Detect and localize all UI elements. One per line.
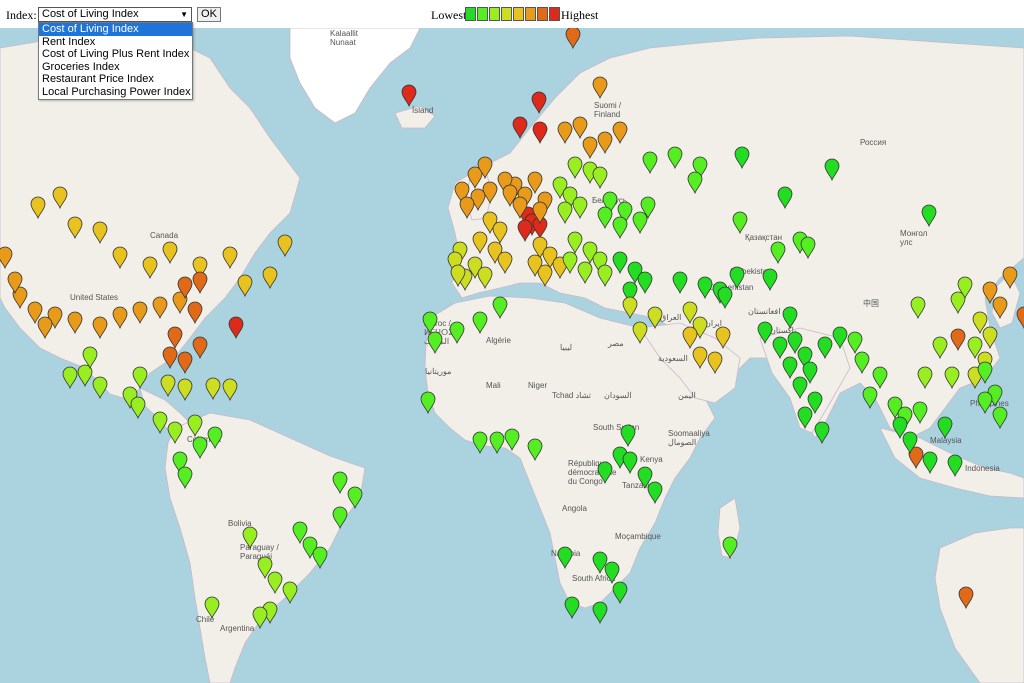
map-marker-caribbean[interactable] — [177, 378, 193, 402]
map-marker-hong-kong-singapore[interactable] — [1016, 306, 1024, 330]
place-label-mozambique: Moçambique — [615, 532, 661, 541]
place-label-mauritania: موريتانيا — [425, 367, 451, 376]
map-marker-caribbean[interactable] — [205, 377, 221, 401]
place-label-greenland: Kalaallit Nunaat — [330, 29, 359, 47]
place-label-canada: Canada — [150, 231, 179, 240]
index-select-value: Cost of Living Index — [42, 8, 139, 20]
place-label-iraq: العراق — [660, 313, 681, 322]
place-label-malaysia: Malaysia — [930, 436, 962, 445]
place-label-somalia: Soomaaliya الصومال — [668, 429, 710, 447]
legend-swatch — [525, 7, 536, 21]
place-label-saudi: السعودية — [658, 354, 688, 363]
map-canvas[interactable]: Kalaallit Nunaat Ísland Suomi / Finland Росси… — [0, 28, 1024, 683]
place-label-niger: Niger — [528, 381, 547, 390]
world-map[interactable]: Kalaallit Nunaat Ísland Suomi / Finland Росси… — [0, 28, 1024, 683]
index-label: Index: — [6, 8, 37, 22]
legend-swatch — [513, 7, 524, 21]
place-label-finland: Suomi / Finland — [594, 101, 622, 119]
place-label-bolivia: Bolivia — [228, 519, 252, 528]
map-marker-west-africa[interactable] — [489, 431, 505, 455]
place-label-mali: Mali — [486, 381, 501, 390]
map-marker-caribbean[interactable] — [160, 374, 176, 398]
option-groceries[interactable]: Groceries Index — [39, 61, 192, 74]
map-marker-usa-east[interactable] — [162, 346, 178, 370]
map-marker-indonesia[interactable] — [937, 416, 953, 440]
legend-swatch — [477, 7, 488, 21]
place-label-iceland: Ísland — [412, 106, 433, 115]
ok-button[interactable]: OK — [197, 7, 221, 22]
map-marker-usa-east[interactable] — [177, 351, 193, 375]
legend-swatch — [465, 7, 476, 21]
map-marker-norway-north[interactable] — [565, 28, 581, 50]
map-marker-middle-east[interactable] — [647, 306, 663, 330]
map-marker-canada[interactable] — [262, 266, 278, 290]
map-marker-caribbean[interactable] — [222, 378, 238, 402]
legend-swatch — [489, 7, 500, 21]
map-marker-iceland[interactable] — [401, 84, 417, 108]
landmass-australia — [934, 527, 1024, 683]
place-label-usa: United States — [70, 293, 118, 302]
index-select[interactable]: Cost of Living Index ▼ — [38, 7, 192, 22]
map-marker-west-africa[interactable] — [420, 391, 436, 415]
place-label-kazakhstan: Қазақстан — [745, 233, 782, 242]
map-marker-southern-cone[interactable] — [282, 581, 298, 605]
place-label-chad: Tchad تشاد — [552, 391, 591, 400]
legend-low-label: Lowest — [431, 8, 467, 22]
place-label-algeria: Algérie — [486, 336, 511, 345]
map-marker-central-america[interactable] — [130, 396, 146, 420]
option-local-purchasing-power[interactable]: Local Purchasing Power Index — [39, 86, 192, 99]
land-layer — [0, 28, 1024, 683]
map-marker-india[interactable] — [814, 421, 830, 445]
map-marker-philippines[interactable] — [992, 406, 1008, 430]
option-cost-of-living[interactable]: Cost of Living Index — [39, 23, 192, 36]
place-label-indonesia: Indonesia — [965, 464, 1000, 473]
map-marker-southern-africa[interactable] — [612, 581, 628, 605]
place-label-sudan: السودان — [604, 391, 632, 400]
map-marker-southern-africa[interactable] — [592, 601, 608, 625]
map-marker-mexico[interactable] — [92, 376, 108, 400]
option-rent[interactable]: Rent Index — [39, 36, 192, 49]
map-marker-middle-east[interactable] — [622, 296, 638, 320]
place-label-egypt: مصر — [607, 339, 624, 348]
map-marker-usa-east[interactable] — [192, 336, 208, 360]
legend-swatch — [537, 7, 548, 21]
legend-swatch — [549, 7, 560, 21]
map-marker-south-east-asia[interactable] — [862, 386, 878, 410]
map-marker-southern-africa[interactable] — [564, 596, 580, 620]
map-marker-mexico[interactable] — [62, 366, 78, 390]
place-label-libya: ليبيا — [560, 343, 572, 352]
map-marker-central-america[interactable] — [152, 411, 168, 435]
place-label-yemen: اليمن — [678, 391, 696, 400]
place-label-afghanistan: افغانستان — [748, 307, 780, 316]
place-label-argentina: Argentina — [220, 624, 255, 633]
place-label-china: 中国 — [863, 298, 879, 308]
place-label-angola: Angola — [562, 504, 587, 513]
place-label-kenya: Kenya — [640, 455, 663, 464]
map-marker-bermuda[interactable] — [228, 316, 244, 340]
map-marker-canada[interactable] — [237, 274, 253, 298]
map-marker-west-africa[interactable] — [472, 431, 488, 455]
place-label-iran: ایران — [705, 319, 722, 328]
map-marker-canada[interactable] — [277, 234, 293, 258]
chevron-down-icon: ▼ — [180, 10, 188, 19]
map-marker-philippines[interactable] — [977, 391, 993, 415]
option-restaurant-price[interactable]: Restaurant Price Index — [39, 73, 192, 86]
option-cost-of-living-plus-rent[interactable]: Cost of Living Plus Rent Index — [39, 48, 192, 61]
legend-swatch — [501, 7, 512, 21]
legend-high-label: Highest — [561, 8, 599, 22]
index-dropdown-list: Cost of Living Index Rent Index Cost of … — [38, 22, 193, 100]
map-marker-norway[interactable] — [531, 91, 547, 115]
place-label-russia: Россия — [860, 138, 886, 147]
